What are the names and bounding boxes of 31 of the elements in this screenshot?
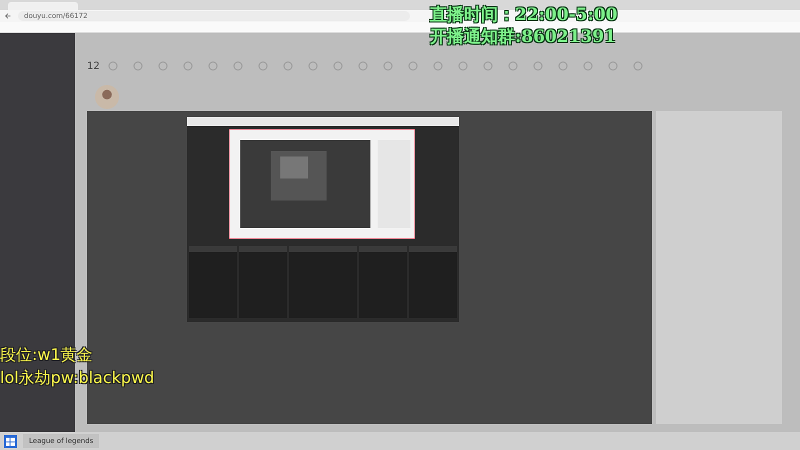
circle-icon[interactable]: [208, 61, 218, 71]
follow-count[interactable]: 12: [87, 60, 100, 72]
back-icon[interactable]: [4, 12, 12, 20]
circle-icon[interactable]: [358, 61, 368, 71]
transitions-panel: [358, 246, 407, 318]
circle-icon[interactable]: [158, 61, 168, 71]
circle-icon[interactable]: [258, 61, 268, 71]
circle-icon[interactable]: [482, 61, 493, 71]
windows-start-icon[interactable]: [4, 434, 17, 448]
circle-icon[interactable]: [282, 61, 293, 71]
circle-icon[interactable]: [332, 61, 343, 71]
circle-icon[interactable]: [608, 61, 618, 71]
circle-icon[interactable]: [432, 61, 443, 71]
circle-icon[interactable]: [232, 61, 243, 71]
circle-icon[interactable]: [632, 61, 643, 71]
audio-mixer-panel: [289, 246, 357, 318]
avatar-icon: [95, 85, 119, 109]
circle-icon[interactable]: [532, 61, 543, 71]
schedule-text: 直播时间：22:00-5:00: [430, 4, 618, 26]
circle-icon[interactable]: [108, 61, 118, 71]
circle-icon[interactable]: [382, 61, 393, 71]
circle-icon[interactable]: [558, 61, 568, 71]
sources-panel: [239, 246, 288, 318]
circle-icon[interactable]: [458, 61, 468, 71]
circle-icon[interactable]: [408, 61, 418, 71]
circle-icon[interactable]: [308, 61, 318, 71]
circle-icon[interactable]: [182, 61, 193, 71]
circle-icon[interactable]: [132, 61, 143, 71]
circle-icon[interactable]: [582, 61, 593, 71]
group-text: 开播通知群:86021391: [430, 26, 617, 48]
circle-icon[interactable]: [508, 61, 518, 71]
